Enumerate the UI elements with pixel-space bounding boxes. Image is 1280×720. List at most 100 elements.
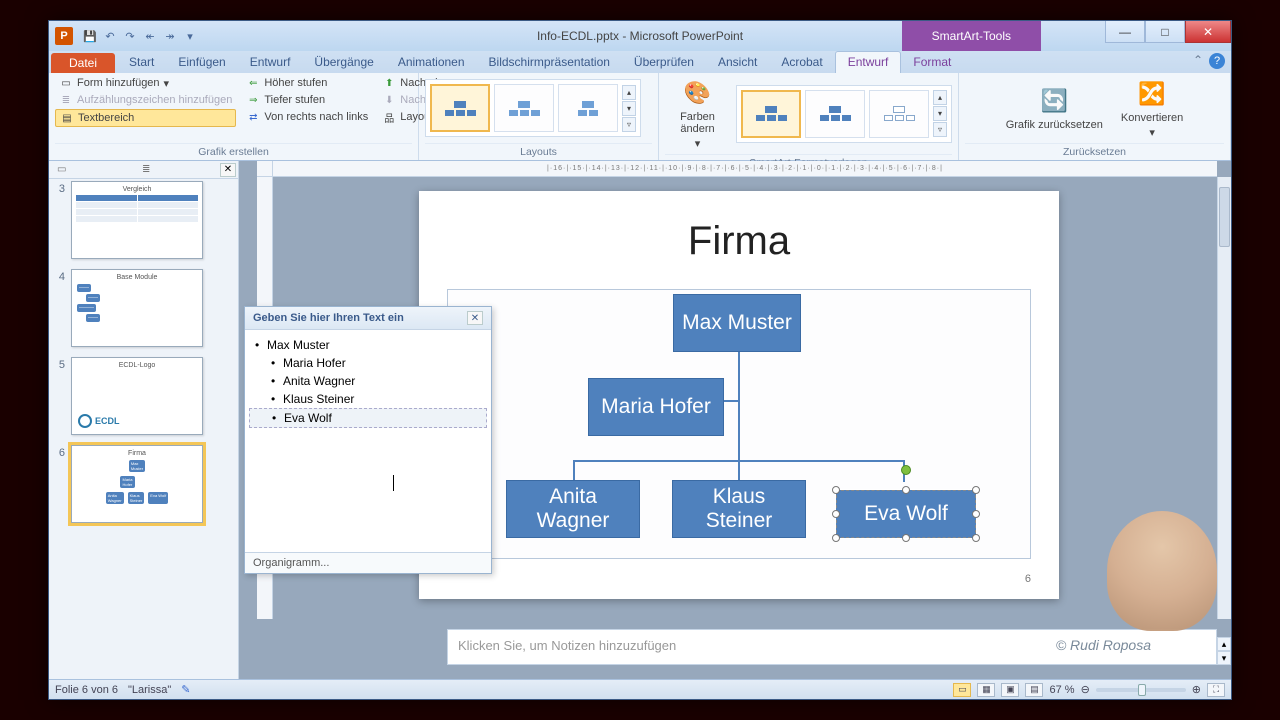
slide-thumb-4[interactable]: 4Base Module————————— xyxy=(55,269,236,347)
undo-icon[interactable]: ↶ xyxy=(101,27,119,45)
slide-thumb-5[interactable]: 5ECDL-LogoECDL xyxy=(55,357,236,435)
style-down-icon[interactable]: ▾ xyxy=(933,106,947,121)
convert-button[interactable]: 🔀 Konvertieren ▾ xyxy=(1115,76,1189,141)
slide-panel: ▭ ≣ ✕ 3Vergleich 4Base Module————————— 5EC… xyxy=(49,161,239,679)
style-more-icon[interactable]: ▿ xyxy=(933,122,947,137)
tab-insert[interactable]: Einfügen xyxy=(166,52,237,73)
spellcheck-icon[interactable]: ✎ xyxy=(181,683,190,696)
redo-icon[interactable]: ↷ xyxy=(121,27,139,45)
statusbar: Folie 6 von 6 "Larissa" ✎ ▭ ▦ ▣ ▤ 67 % ⊖… xyxy=(49,679,1231,699)
text-pane-item[interactable]: Eva Wolf xyxy=(249,408,487,428)
maximize-button[interactable]: □ xyxy=(1145,21,1185,43)
minimize-button[interactable]: — xyxy=(1105,21,1145,43)
text-pane-item[interactable]: Maria Hofer xyxy=(249,354,487,372)
zoom-in-button[interactable]: ⊕ xyxy=(1192,683,1201,696)
bullet-icon: ≣ xyxy=(59,93,73,107)
next-slide-button[interactable]: ▾ xyxy=(1217,651,1231,665)
ribbon-minimize-icon[interactable]: ⌃ xyxy=(1193,53,1203,69)
style-item-3[interactable] xyxy=(869,90,929,138)
slide-title[interactable]: Firma xyxy=(419,219,1059,264)
tab-start[interactable]: Start xyxy=(117,52,166,73)
org-node-child-2[interactable]: Klaus Steiner xyxy=(672,480,806,538)
change-colors-button[interactable]: 🎨 Farben ändern ▾ xyxy=(665,75,730,152)
add-bullet-button[interactable]: ≣Aufzählungszeichen hinzufügen xyxy=(55,92,236,108)
textpane-toggle-button[interactable]: ▤Textbereich xyxy=(55,109,236,127)
tab-smartart-design[interactable]: Entwurf xyxy=(835,51,902,73)
quick-access-toolbar: 💾 ↶ ↷ ↞ ↠ ▾ xyxy=(81,27,199,45)
org-node-child-3[interactable]: Eva Wolf xyxy=(836,490,976,538)
tab-animations[interactable]: Animationen xyxy=(386,52,477,73)
panel-tab-outline-icon[interactable]: ≣ xyxy=(136,164,156,175)
style-item-1[interactable] xyxy=(741,90,801,138)
app-icon[interactable]: P xyxy=(55,27,73,45)
status-theme: "Larissa" xyxy=(128,684,171,696)
smartart-container[interactable]: Max Muster Maria Hofer Anita Wagner Klau… xyxy=(447,289,1031,559)
panel-tab-slides-icon[interactable]: ▭ xyxy=(51,164,72,175)
style-up-icon[interactable]: ▴ xyxy=(933,90,947,105)
view-reading-button[interactable]: ▣ xyxy=(1001,683,1019,697)
tab-slideshow[interactable]: Bildschirmpräsentation xyxy=(477,52,622,73)
slide-number: 6 xyxy=(1025,573,1031,585)
tab-acrobat[interactable]: Acrobat xyxy=(769,52,834,73)
text-pane-title: Geben Sie hier Ihren Text ein xyxy=(253,312,404,324)
vertical-scrollbar[interactable] xyxy=(1217,177,1231,619)
slide-thumb-3[interactable]: 3Vergleich xyxy=(55,181,236,259)
tab-design[interactable]: Entwurf xyxy=(238,52,303,73)
qat-prev-icon[interactable]: ↞ xyxy=(141,27,159,45)
org-node-child-1[interactable]: Anita Wagner xyxy=(506,480,640,538)
zoom-out-button[interactable]: ⊖ xyxy=(1081,683,1090,696)
layout-item-2[interactable] xyxy=(494,84,554,132)
org-node-child-3-label: Eva Wolf xyxy=(864,502,948,526)
horizontal-ruler[interactable]: |·16·|·15·|·14·|·13·|·12·|·11·|·10·|·9·|… xyxy=(273,161,1217,177)
rtl-button[interactable]: ⇄Von rechts nach links xyxy=(242,109,372,125)
text-pane-footer[interactable]: Organigramm... xyxy=(245,552,491,573)
status-slide-count: Folie 6 von 6 xyxy=(55,684,118,696)
style-item-2[interactable] xyxy=(805,90,865,138)
view-sorter-button[interactable]: ▦ xyxy=(977,683,995,697)
presenter-face xyxy=(1107,511,1217,631)
layout-item-1[interactable] xyxy=(430,84,490,132)
reset-graphic-button[interactable]: 🔄 Grafik zurücksetzen xyxy=(1000,83,1109,133)
rotate-handle-icon[interactable] xyxy=(901,465,911,475)
org-node-assistant[interactable]: Maria Hofer xyxy=(588,378,724,436)
gallery-up-icon[interactable]: ▴ xyxy=(622,85,636,100)
qat-more-icon[interactable]: ▾ xyxy=(181,27,199,45)
qat-next-icon[interactable]: ↠ xyxy=(161,27,179,45)
prev-slide-button[interactable]: ▴ xyxy=(1217,637,1231,651)
fit-window-button[interactable]: ⛶ xyxy=(1207,683,1225,697)
close-button[interactable]: ✕ xyxy=(1185,21,1231,43)
text-pane-item[interactable]: Anita Wagner xyxy=(249,372,487,390)
zoom-slider[interactable] xyxy=(1096,688,1186,692)
text-pane-close-icon[interactable]: ✕ xyxy=(467,311,483,325)
demote-button[interactable]: ⇒Tiefer stufen xyxy=(242,92,372,108)
gallery-down-icon[interactable]: ▾ xyxy=(622,101,636,116)
smartart-text-pane[interactable]: Geben Sie hier Ihren Text ein ✕ Max Must… xyxy=(244,306,492,574)
rtl-icon: ⇄ xyxy=(246,110,260,124)
tab-transitions[interactable]: Übergänge xyxy=(302,52,385,73)
zoom-level[interactable]: 67 % xyxy=(1049,684,1074,696)
tab-smartart-format[interactable]: Format xyxy=(901,52,963,73)
org-node-root[interactable]: Max Muster xyxy=(673,294,801,352)
text-pane-item[interactable]: Max Muster xyxy=(249,336,487,354)
layout-item-3[interactable] xyxy=(558,84,618,132)
tab-view[interactable]: Ansicht xyxy=(706,52,769,73)
ruler-corner xyxy=(257,161,273,177)
view-slideshow-button[interactable]: ▤ xyxy=(1025,683,1043,697)
save-icon[interactable]: 💾 xyxy=(81,27,99,45)
promote-icon: ⇐ xyxy=(246,76,260,90)
gallery-more-icon[interactable]: ▿ xyxy=(622,117,636,132)
slide-thumb-6[interactable]: 6FirmaMaxMusterMariaHoferAnitaWagnerKlau… xyxy=(55,445,236,523)
add-shape-button[interactable]: ▭Form hinzufügen ▾ xyxy=(55,75,236,91)
tab-review[interactable]: Überprüfen xyxy=(622,52,706,73)
help-icon[interactable]: ? xyxy=(1209,53,1225,69)
slide-canvas[interactable]: Firma 6 Max Muster Maria Hofer Anita Wag… xyxy=(419,191,1059,599)
layout-icon: 品 xyxy=(382,110,396,124)
colors-icon: 🎨 xyxy=(682,77,714,109)
demote-icon: ⇒ xyxy=(246,93,260,107)
text-pane-item[interactable]: Klaus Steiner xyxy=(249,390,487,408)
panel-close-icon[interactable]: ✕ xyxy=(220,163,236,177)
reset-icon: 🔄 xyxy=(1038,85,1070,117)
tab-file[interactable]: Datei xyxy=(51,53,115,73)
promote-button[interactable]: ⇐Höher stufen xyxy=(242,75,372,91)
view-normal-button[interactable]: ▭ xyxy=(953,683,971,697)
